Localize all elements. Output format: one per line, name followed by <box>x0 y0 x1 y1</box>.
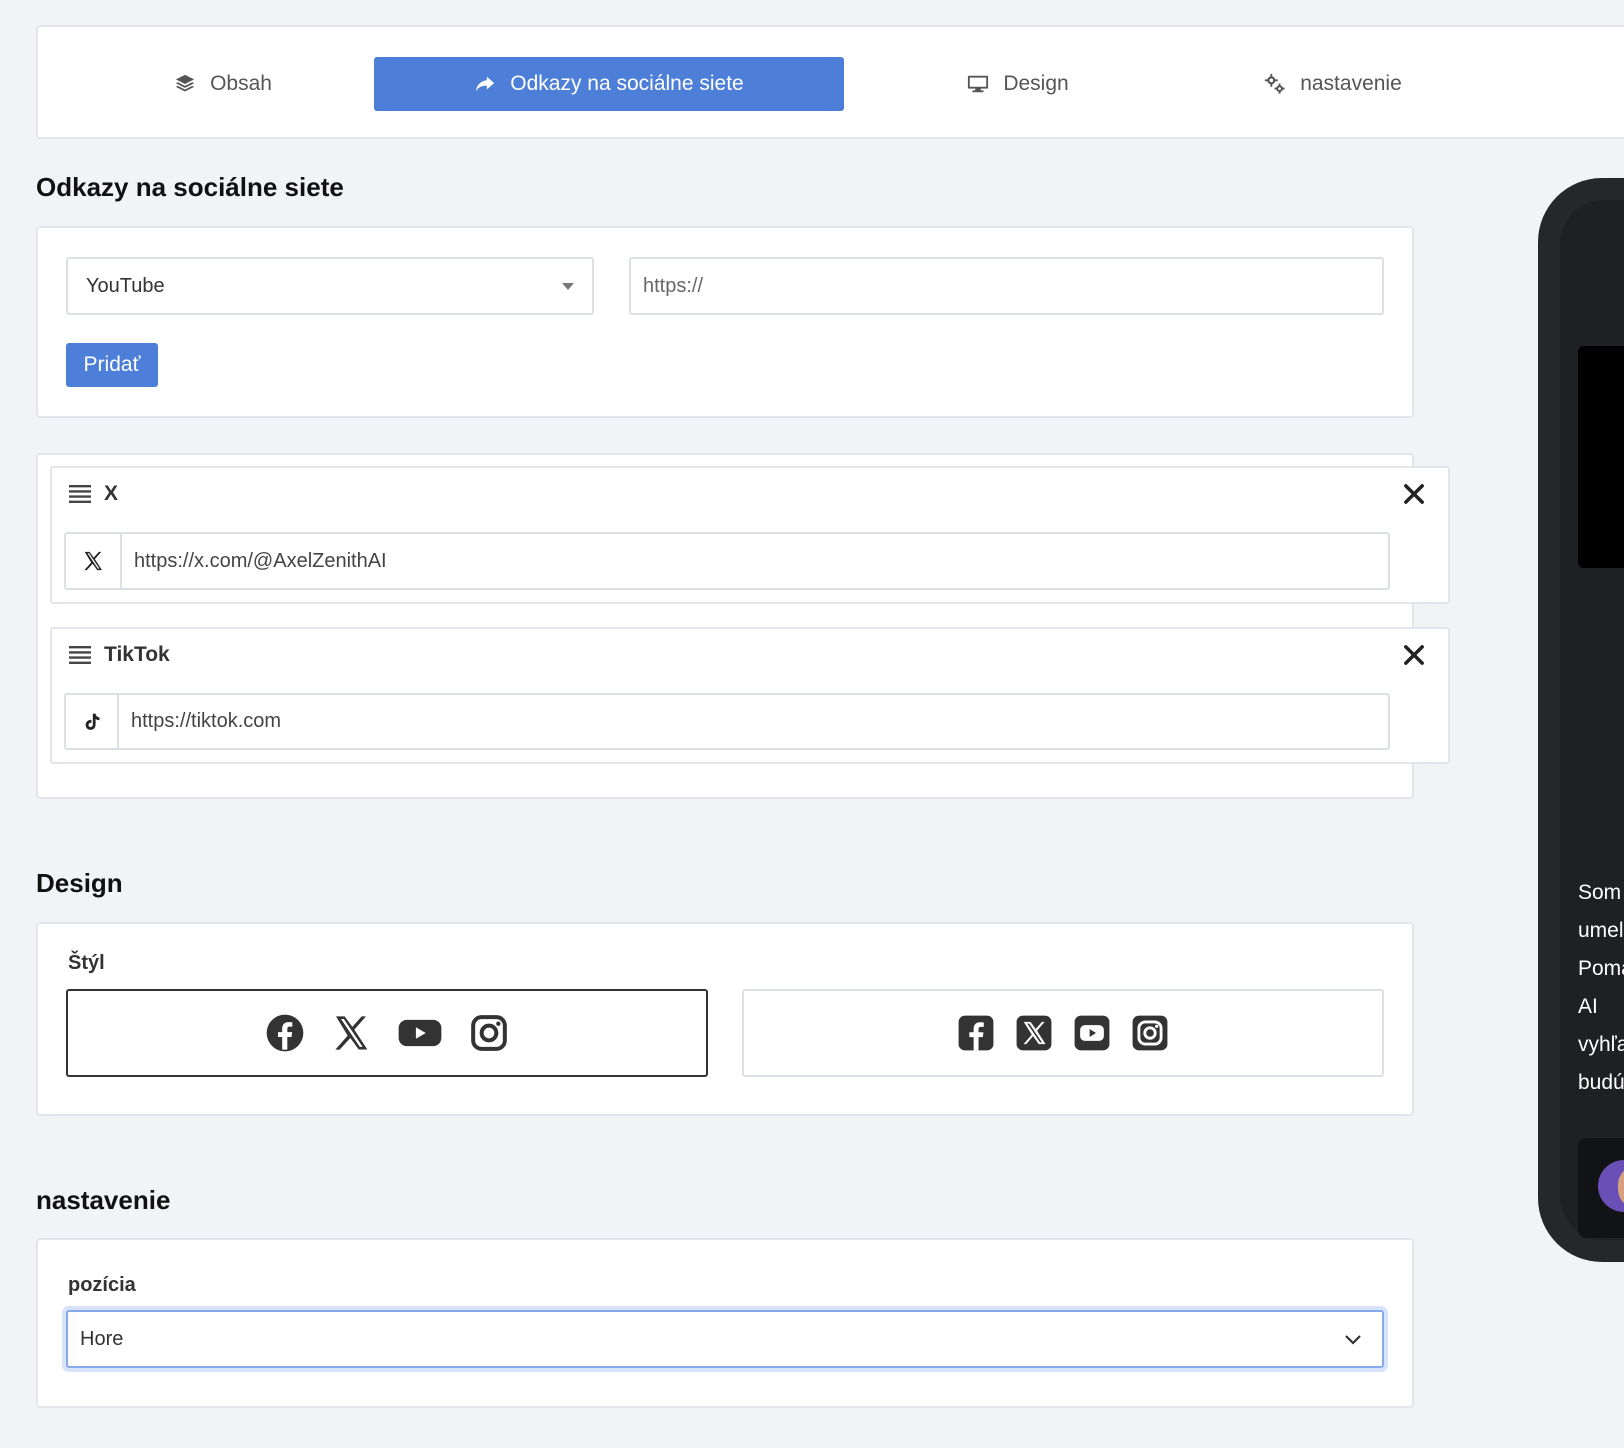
position-label: pozícia <box>68 1274 136 1296</box>
tab-design[interactable]: Design <box>918 57 1118 111</box>
link-url-group: https://x.com/@AxelZenithAI <box>64 532 1390 590</box>
link-url-input[interactable]: https://x.com/@AxelZenithAI <box>122 534 1388 588</box>
list-item-x: X https://x.com/@AxelZenithAI <box>50 466 1450 604</box>
link-url-group: https://tiktok.com <box>64 693 1390 750</box>
gears-icon <box>1265 73 1285 94</box>
settings-panel: pozícia Hore <box>36 1238 1414 1408</box>
tab-label: Design <box>1003 72 1069 95</box>
preview-line: vyhľa <box>1578 1033 1624 1056</box>
item-header: X <box>68 482 118 506</box>
tiktok-icon <box>66 695 119 748</box>
layers-icon <box>175 74 195 92</box>
tab-obsah[interactable]: Obsah <box>138 57 308 111</box>
url-input-placeholder: https:// <box>643 274 704 297</box>
avatar <box>1598 1160 1624 1212</box>
item-header: TikTok <box>68 643 170 667</box>
drag-handle-icon[interactable] <box>68 483 92 505</box>
x-icon <box>335 1016 368 1050</box>
preview-line: budú <box>1578 1071 1624 1094</box>
tab-social-links[interactable]: Odkazy na sociálne siete <box>374 57 844 111</box>
position-select[interactable]: Hore <box>66 1310 1384 1368</box>
caret-down-icon <box>562 283 574 290</box>
x-icon <box>66 534 122 588</box>
section-title-design: Design <box>36 868 123 898</box>
platform-select-value: YouTube <box>86 274 165 297</box>
facebook-square-icon <box>958 1015 994 1051</box>
youtube-icon <box>398 1019 442 1047</box>
tab-label: nastavenie <box>1300 72 1402 95</box>
chevron-down-icon <box>1345 1335 1361 1345</box>
phone-preview: Som umel Poma AI vyhľa budú <box>1538 178 1624 1262</box>
add-link-panel: YouTube https:// Pridať <box>36 226 1414 418</box>
close-icon[interactable] <box>1400 641 1428 669</box>
facebook-icon <box>266 1014 304 1052</box>
list-item-tiktok: TikTok https://tiktok.com <box>50 627 1450 764</box>
tab-label: Odkazy na sociálne siete <box>510 72 744 95</box>
preview-profile-card <box>1578 1138 1624 1238</box>
instagram-icon <box>471 1015 507 1051</box>
drag-handle-icon[interactable] <box>68 644 92 666</box>
link-url-input[interactable]: https://tiktok.com <box>119 695 1388 748</box>
preview-line: Som <box>1578 881 1622 904</box>
tab-label: Obsah <box>210 72 272 95</box>
style-option-square[interactable] <box>742 989 1384 1077</box>
platform-select[interactable]: YouTube <box>66 257 594 315</box>
add-button[interactable]: Pridať <box>66 343 158 387</box>
item-title: TikTok <box>104 643 170 666</box>
preview-line: Poma <box>1578 957 1624 980</box>
section-title-settings: nastavenie <box>36 1185 171 1215</box>
url-input[interactable]: https:// <box>629 257 1384 315</box>
section-title-social: Odkazy na sociálne siete <box>36 172 344 202</box>
close-icon[interactable] <box>1400 480 1428 508</box>
style-label: Štýl <box>68 952 105 974</box>
share-icon <box>476 76 495 92</box>
tab-bar: Obsah Odkazy na sociálne siete Design na… <box>36 25 1624 139</box>
position-select-value: Hore <box>80 1327 124 1350</box>
item-title: X <box>104 482 119 505</box>
monitor-icon <box>968 75 989 93</box>
x-square-icon <box>1016 1015 1052 1051</box>
youtube-square-icon <box>1074 1015 1110 1051</box>
preview-line: umel <box>1578 919 1624 942</box>
design-panel: Štýl <box>36 922 1414 1116</box>
preview-bio-text: Som umel Poma AI vyhľa budú <box>1578 874 1624 1102</box>
preview-line: AI <box>1578 995 1598 1018</box>
instagram-square-icon <box>1132 1015 1168 1051</box>
tab-settings[interactable]: nastavenie <box>1238 57 1428 111</box>
preview-video <box>1578 346 1624 568</box>
style-option-plain[interactable] <box>66 989 708 1077</box>
